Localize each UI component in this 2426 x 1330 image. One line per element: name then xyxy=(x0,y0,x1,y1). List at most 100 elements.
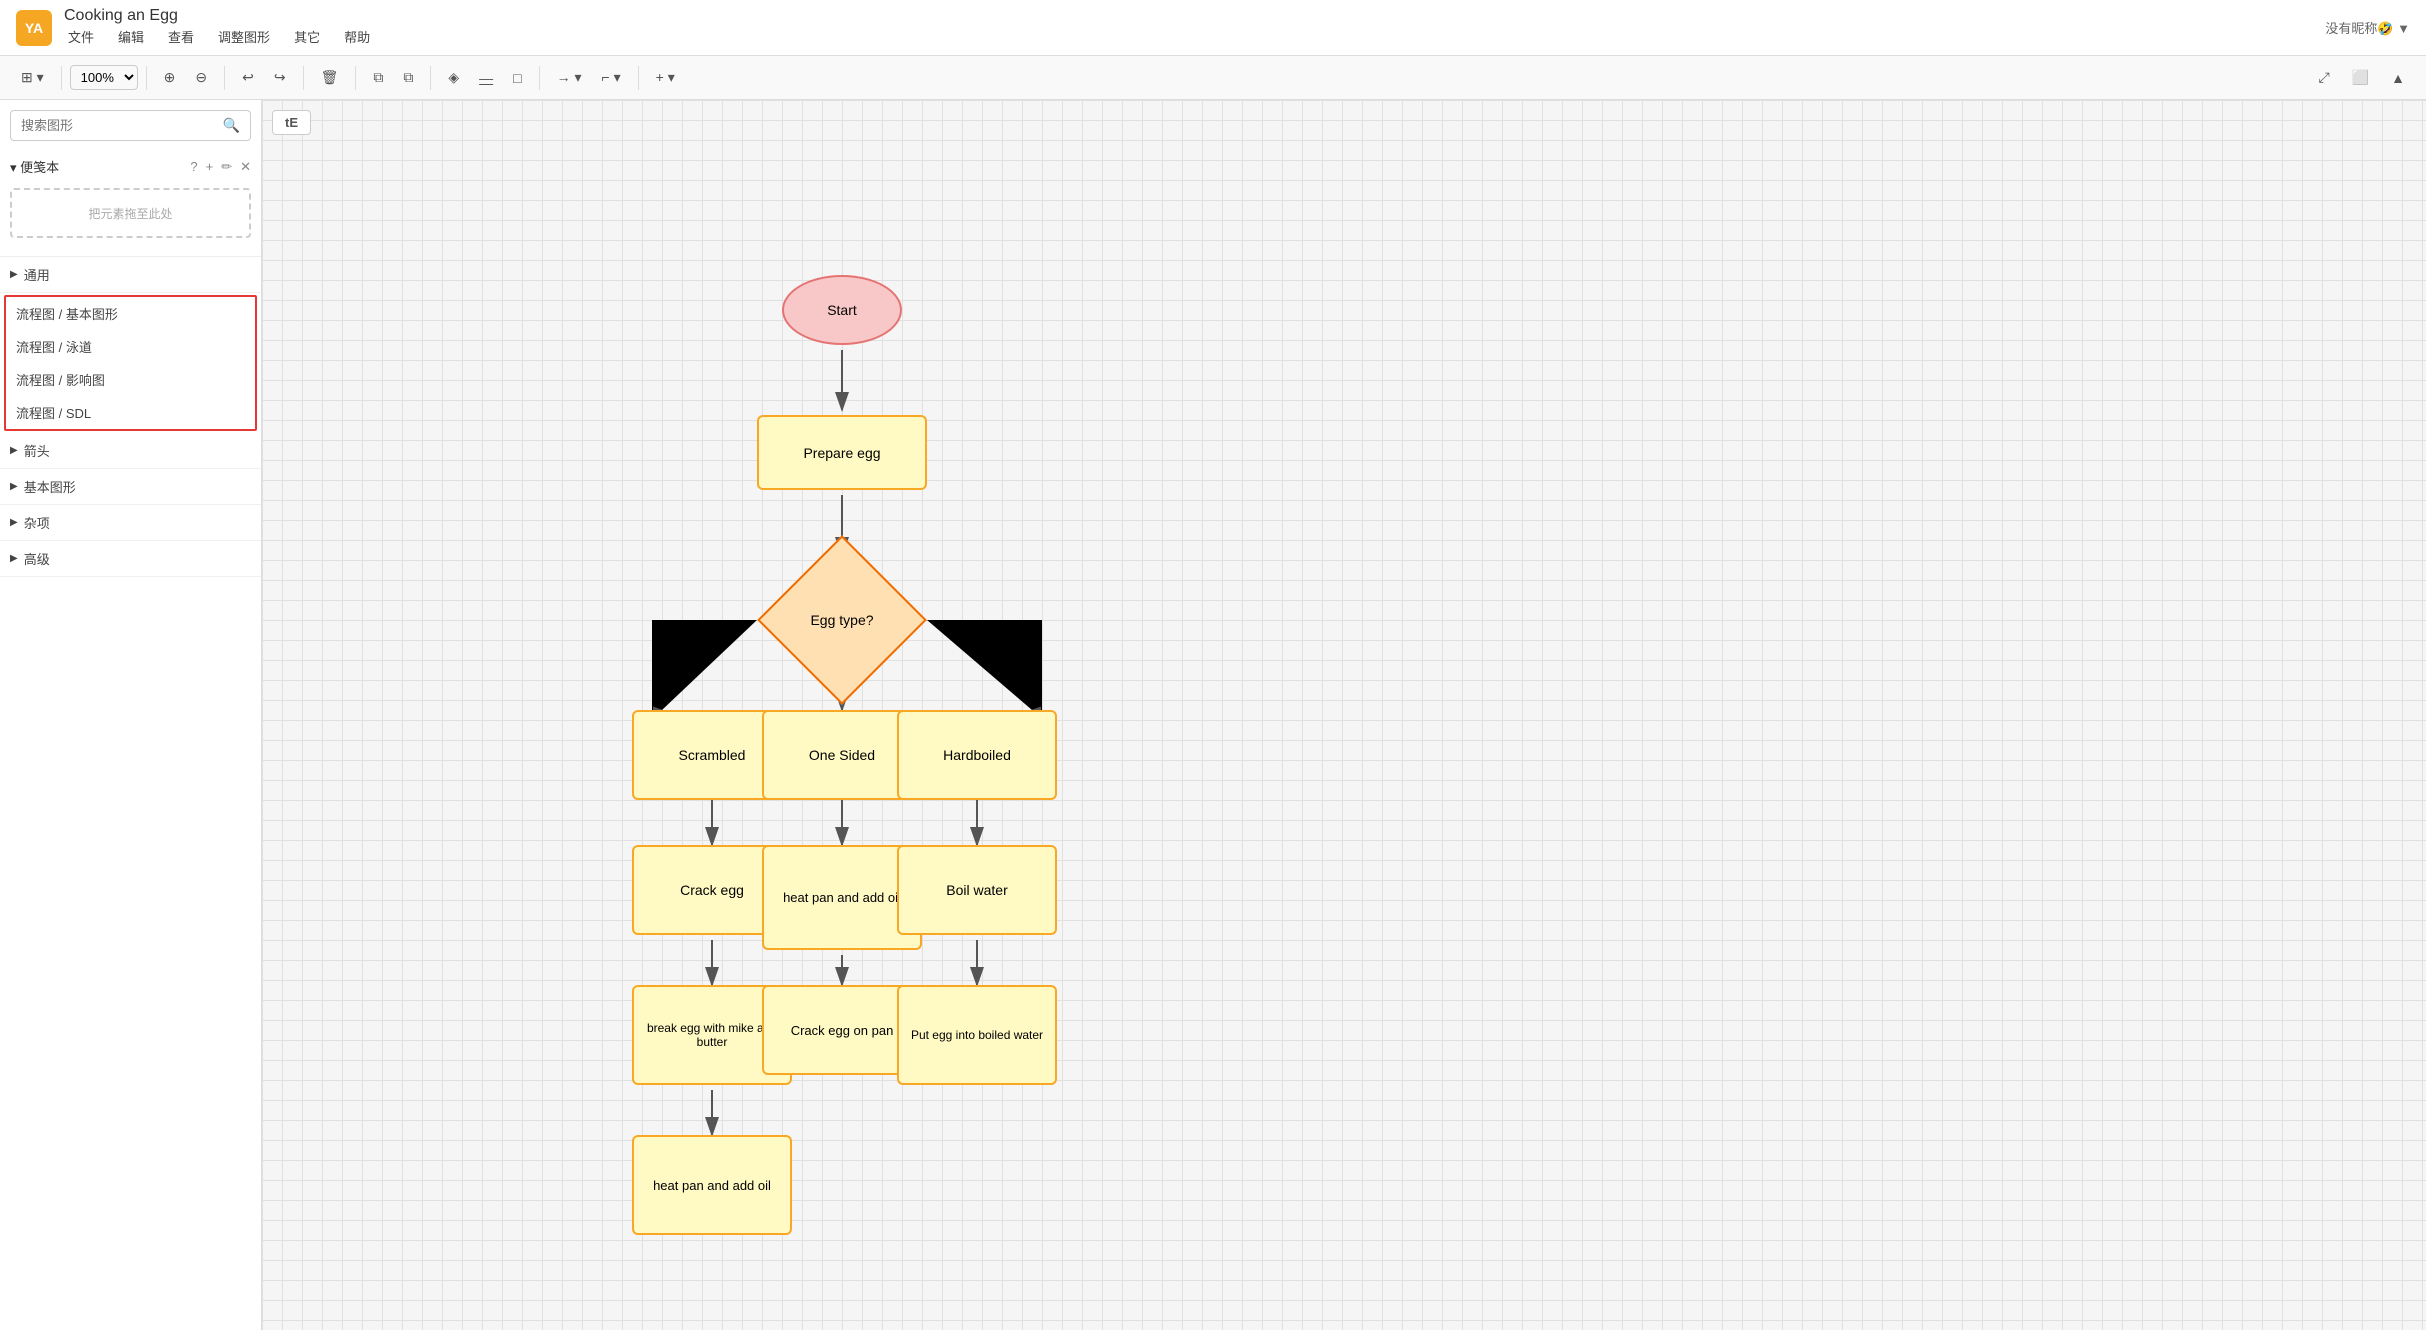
notepad-icons: ? + ✏ ✕ xyxy=(190,159,251,175)
add-shape-button[interactable]: + ▾ xyxy=(647,64,684,91)
menu-other[interactable]: 其它 xyxy=(290,25,324,48)
search-box: 🔍 xyxy=(10,110,251,141)
heat-pan-2-node[interactable]: heat pan and add oil xyxy=(632,1135,792,1235)
notepad-help-icon[interactable]: ? xyxy=(190,159,197,175)
sidebar-item-flowchart-swim[interactable]: 流程图 / 泳道 xyxy=(6,330,255,363)
zoom-in-button[interactable]: ⊕ xyxy=(155,64,185,91)
zoom-toolbar-group: 100% 75% 150% xyxy=(70,65,138,90)
nav-group-advanced: ▶ 高级 xyxy=(0,541,261,577)
chevron-right-icon-5: ▶ xyxy=(10,553,18,564)
notepad-close-icon[interactable]: ✕ xyxy=(240,159,251,175)
nav-group-basic-shape-label: 基本图形 xyxy=(24,477,76,496)
nav-group-general: ▶ 通用 xyxy=(0,257,261,293)
sidebar: 🔍 ▾ 便笺本 ? + ✏ ✕ 把元素拖至此处 ▶ 通用 xyxy=(0,100,262,1330)
tab-indicator: tE xyxy=(272,110,311,135)
menu-shape[interactable]: 调整图形 xyxy=(214,25,274,48)
zoom-out-button[interactable]: ⊖ xyxy=(186,64,216,91)
prepare-egg-node[interactable]: Prepare egg xyxy=(757,415,927,490)
view-toggle-button[interactable]: ⊞ ▾ xyxy=(12,64,53,91)
expand-buttons: ⤢ ⬜ ▲ xyxy=(2310,64,2415,91)
main-layout: 🔍 ▾ 便笺本 ? + ✏ ✕ 把元素拖至此处 ▶ 通用 xyxy=(0,100,2426,1330)
zoom-select[interactable]: 100% 75% 150% xyxy=(70,65,138,90)
sidebar-item-flowchart-basic[interactable]: 流程图 / 基本图形 xyxy=(6,297,255,330)
chevron-right-icon: ▶ xyxy=(10,269,18,280)
zoom-buttons: ⊕ ⊖ xyxy=(155,64,216,91)
fullscreen-button[interactable]: ⬜ xyxy=(2343,64,2378,91)
sidebar-item-basic-shape[interactable]: ▶ 基本图形 xyxy=(0,469,261,505)
nav-group-misc-label: 杂项 xyxy=(24,513,50,532)
line-color-button[interactable]: — xyxy=(470,65,502,91)
nav-group-general-label: 通用 xyxy=(24,265,50,284)
app-logo: YA xyxy=(16,10,52,46)
egg-type-node[interactable]: Egg type? xyxy=(717,555,967,685)
sidebar-item-general[interactable]: ▶ 通用 xyxy=(0,257,261,293)
boil-water-node[interactable]: Boil water xyxy=(897,845,1057,935)
chevron-right-icon-4: ▶ xyxy=(10,517,18,528)
title-section: Cooking an Egg 文件 编辑 查看 调整图形 其它 帮助 xyxy=(64,7,2325,48)
menu-edit[interactable]: 编辑 xyxy=(114,25,148,48)
menu-view[interactable]: 查看 xyxy=(164,25,198,48)
highlighted-groups: 流程图 / 基本图形 流程图 / 泳道 流程图 / 影响图 流程图 / SDL xyxy=(4,295,257,431)
toolbar: ⊞ ▾ 100% 75% 150% ⊕ ⊖ ↩ ↪ 🗑 ⧉ ⧉ ◈ — □ → … xyxy=(0,56,2426,100)
delete-button[interactable]: 🗑 xyxy=(312,64,348,91)
sep2 xyxy=(146,66,147,90)
nav-group-flowchart-basic: 流程图 / 基本图形 xyxy=(6,297,255,330)
user-area[interactable]: 没有昵称🤣 ▼ xyxy=(2325,18,2410,37)
nav-group-advanced-label: 高级 xyxy=(24,549,50,568)
sidebar-item-flowchart-influence[interactable]: 流程图 / 影响图 xyxy=(6,363,255,396)
elbow-connector-button[interactable]: ⌐ ▾ xyxy=(593,64,630,91)
format-buttons: ◈ — □ xyxy=(439,64,530,91)
sep5 xyxy=(355,66,356,90)
nav-group-misc: ▶ 杂项 xyxy=(0,505,261,541)
paste-button[interactable]: ⧉ xyxy=(394,64,422,91)
menu-bar: 文件 编辑 查看 调整图形 其它 帮助 xyxy=(64,25,2325,48)
fill-color-button[interactable]: ◈ xyxy=(439,64,468,91)
sep6 xyxy=(430,66,431,90)
notepad-drop-zone: 把元素拖至此处 xyxy=(10,188,251,238)
sidebar-item-misc[interactable]: ▶ 杂项 xyxy=(0,505,261,541)
hardboiled-node[interactable]: Hardboiled xyxy=(897,710,1057,800)
copy-buttons: ⧉ ⧉ xyxy=(364,64,422,91)
sep8 xyxy=(638,66,639,90)
sidebar-item-arrow[interactable]: ▶ 箭头 xyxy=(0,433,261,469)
menu-help[interactable]: 帮助 xyxy=(340,25,374,48)
connector-buttons: → ▾ ⌐ ▾ xyxy=(548,64,630,91)
chevron-right-icon-3: ▶ xyxy=(10,481,18,492)
start-node[interactable]: Start xyxy=(782,275,902,345)
nav-group-flowchart-sdl: 流程图 / SDL xyxy=(6,396,255,429)
redo-button[interactable]: ↪ xyxy=(265,64,295,91)
sep4 xyxy=(303,66,304,90)
straight-connector-button[interactable]: → ▾ xyxy=(548,64,591,91)
app-title: Cooking an Egg xyxy=(64,7,2325,25)
sep7 xyxy=(539,66,540,90)
nav-group-flowchart-swim: 流程图 / 泳道 xyxy=(6,330,255,363)
put-egg-node[interactable]: Put egg into boiled water xyxy=(897,985,1057,1085)
notepad-header: ▾ 便笺本 ? + ✏ ✕ xyxy=(0,151,261,182)
search-input[interactable] xyxy=(21,118,223,133)
sidebar-item-advanced[interactable]: ▶ 高级 xyxy=(0,541,261,577)
collapse-button[interactable]: ▲ xyxy=(2382,64,2414,91)
undo-button[interactable]: ↩ xyxy=(233,64,263,91)
flowchart-arrows xyxy=(262,100,2426,1330)
titlebar: YA Cooking an Egg 文件 编辑 查看 调整图形 其它 帮助 没有… xyxy=(0,0,2426,56)
shape-outline-button[interactable]: □ xyxy=(504,65,530,91)
expand-button[interactable]: ⤢ xyxy=(2310,64,2339,91)
history-buttons: ↩ ↪ xyxy=(233,64,294,91)
canvas-area[interactable]: tE xyxy=(262,100,2426,1330)
nav-group-arrow-label: 箭头 xyxy=(24,441,50,460)
nav-group-flowchart-influence: 流程图 / 影响图 xyxy=(6,363,255,396)
notepad-add-icon[interactable]: + xyxy=(206,159,214,175)
notepad-label[interactable]: ▾ 便笺本 xyxy=(10,157,59,176)
sidebar-nav: ▶ 通用 流程图 / 基本图形 流程图 / 泳道 流程图 / 影响图 流程图 /… xyxy=(0,257,261,1330)
sidebar-item-flowchart-sdl[interactable]: 流程图 / SDL xyxy=(6,396,255,429)
search-icon[interactable]: 🔍 xyxy=(223,117,240,134)
view-toolbar-group: ⊞ ▾ xyxy=(12,64,53,91)
notepad-edit-icon[interactable]: ✏ xyxy=(221,159,232,175)
nav-group-basic-shape: ▶ 基本图形 xyxy=(0,469,261,505)
menu-file[interactable]: 文件 xyxy=(64,25,98,48)
copy-button[interactable]: ⧉ xyxy=(364,64,392,91)
sep3 xyxy=(224,66,225,90)
nav-group-arrow: ▶ 箭头 xyxy=(0,433,261,469)
notepad-section: ▾ 便笺本 ? + ✏ ✕ 把元素拖至此处 xyxy=(0,151,261,257)
chevron-right-icon-2: ▶ xyxy=(10,445,18,456)
